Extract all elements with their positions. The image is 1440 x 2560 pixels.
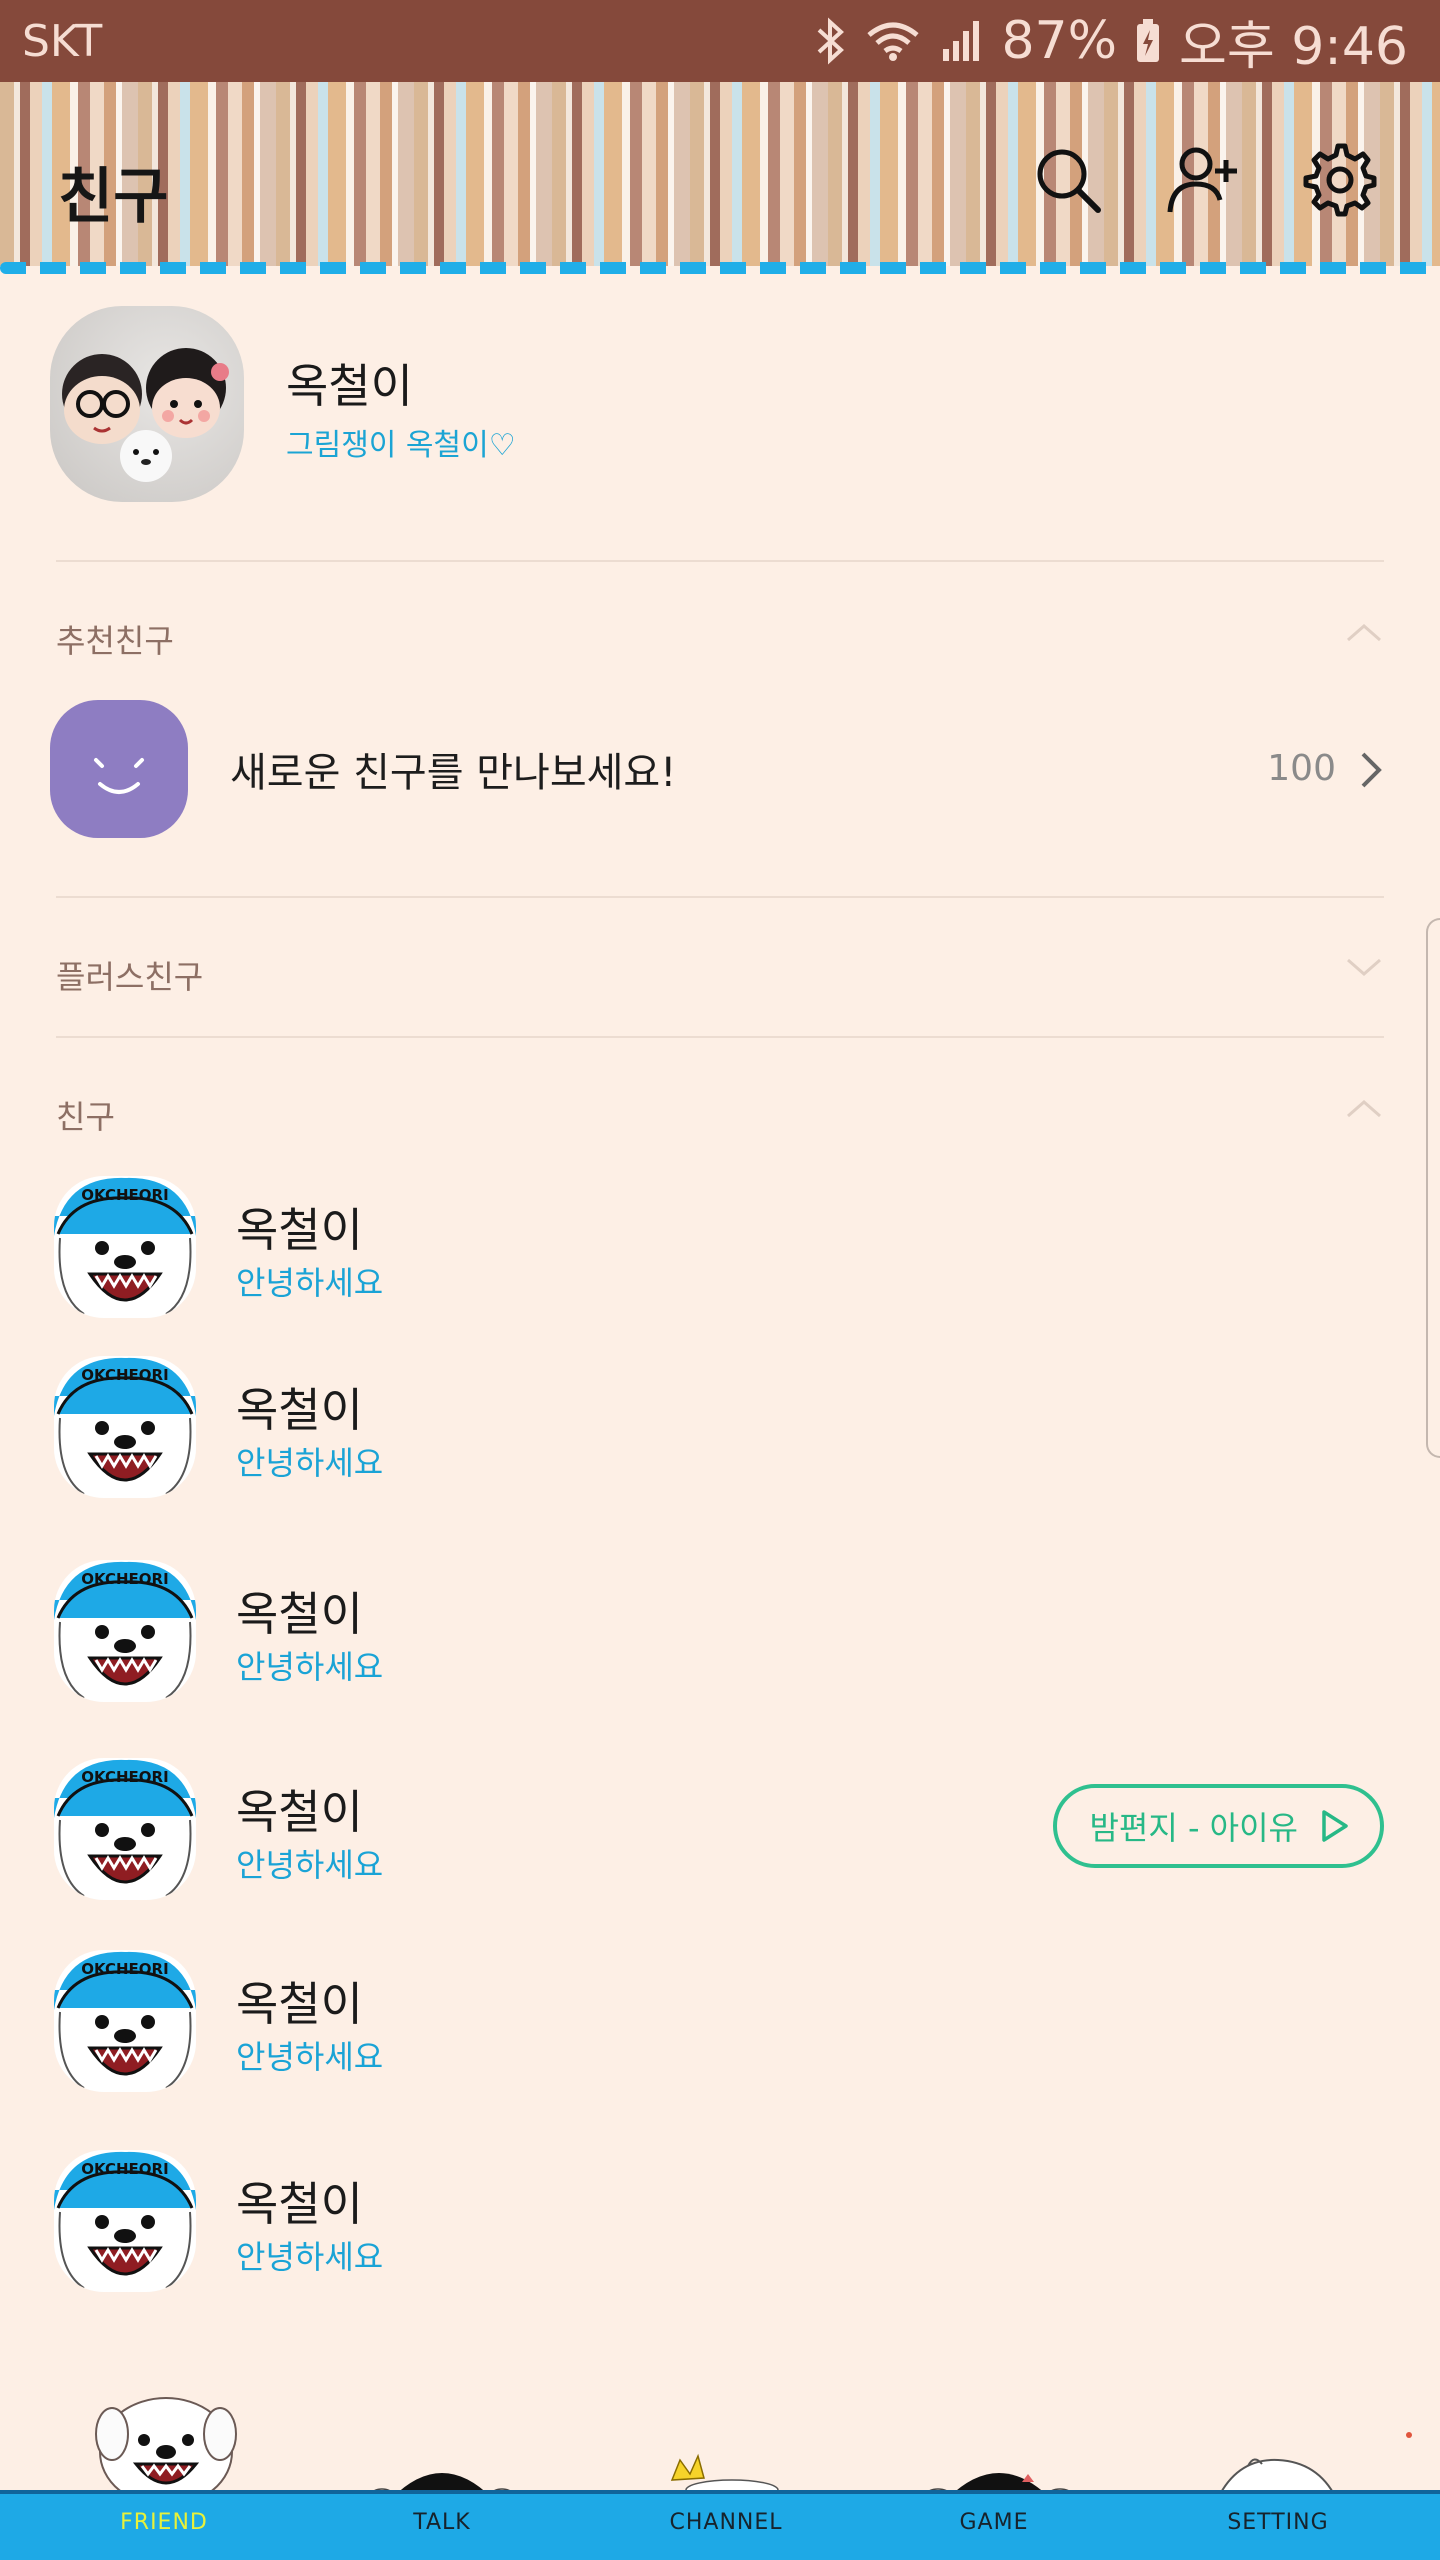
dog-face-icon: OKCHEORI (54, 1176, 196, 1318)
smile-icon (94, 758, 144, 794)
signal-icon (943, 21, 980, 61)
section-friends-label: 친구 (56, 1098, 115, 1136)
friend-row[interactable]: OKCHEORI 옥철이 안녕하세요 밤편지 - 아이유 (0, 1758, 1440, 1908)
friend-avatar[interactable]: OKCHEORI (54, 1356, 196, 1498)
scrollbar[interactable] (1426, 918, 1440, 1458)
header-dashed-border (0, 262, 1440, 274)
chevron-right-icon[interactable] (1358, 750, 1384, 790)
friend-status-message: 안녕하세요 (236, 2038, 384, 2076)
section-plus-friends-label: 플러스친구 (56, 958, 204, 996)
divider (56, 560, 1384, 562)
tab-talk[interactable]: TALK (342, 2510, 542, 2535)
recommend-text[interactable]: 새로운 친구를 만나보세요! (230, 740, 676, 798)
my-profile-status: 그림쟁이 옥철이♡ (286, 428, 516, 463)
avatar-text: OKCHEORI (81, 1960, 168, 1978)
dog-face-icon: OKCHEORI (54, 1758, 196, 1900)
avatar-text: OKCHEORI (81, 1366, 168, 1384)
section-recommended-label: 추천친구 (56, 622, 174, 660)
tab-setting[interactable]: SETTING (1178, 2510, 1378, 2535)
chevron-up-icon[interactable] (1344, 1096, 1384, 1120)
wifi-icon (867, 22, 920, 61)
music-profile-button[interactable]: 밤편지 - 아이유 (1053, 1784, 1384, 1868)
my-profile-avatar[interactable] (50, 306, 244, 502)
friend-avatar[interactable]: OKCHEORI (54, 1176, 196, 1318)
friend-name[interactable]: 옥철이 (236, 1968, 363, 2034)
friend-row[interactable]: OKCHEORI 옥철이 안녕하세요 (0, 2150, 1440, 2300)
avatar-text: OKCHEORI (81, 1186, 168, 1204)
dog-face-icon: OKCHEORI (54, 1356, 196, 1498)
recommend-count: 100 (1267, 748, 1336, 789)
battery-icon (1137, 19, 1160, 62)
friend-name[interactable]: 옥철이 (236, 1578, 363, 1644)
bluetooth-icon (818, 17, 845, 65)
add-friend-icon[interactable] (1166, 142, 1242, 218)
divider (56, 896, 1384, 898)
music-title: 밤편지 - 아이유 (1089, 1809, 1298, 1847)
friend-avatar[interactable]: OKCHEORI (54, 1560, 196, 1702)
avatar-text: OKCHEORI (81, 2160, 168, 2178)
avatar-text: OKCHEORI (81, 1570, 168, 1588)
settings-icon[interactable] (1302, 142, 1378, 218)
friend-status-message: 안녕하세요 (236, 2238, 384, 2276)
tab-friend[interactable]: FRIEND (64, 2510, 264, 2535)
friend-avatar[interactable]: OKCHEORI (54, 2150, 196, 2292)
app-header: 친구 (0, 82, 1440, 266)
battery-percent: 87% (1001, 11, 1118, 71)
divider (56, 1036, 1384, 1038)
tab-channel[interactable]: CHANNEL (626, 2510, 826, 2535)
recommend-avatar[interactable] (50, 700, 188, 838)
play-icon (1322, 1810, 1348, 1842)
status-icons: 87% 오후 9:46 (813, 4, 1408, 79)
status-bar: SKT 87% 오후 9:46 (0, 0, 1440, 82)
chevron-up-icon[interactable] (1344, 620, 1384, 644)
carrier-label: SKT (22, 15, 103, 67)
profile-photo-figurines (62, 348, 229, 482)
friend-row[interactable]: OKCHEORI 옥철이 안녕하세요 (0, 1176, 1440, 1326)
friend-avatar[interactable]: OKCHEORI (54, 1758, 196, 1900)
friend-row[interactable]: OKCHEORI 옥철이 안녕하세요 (0, 1356, 1440, 1506)
clock: 오후 9:46 (1179, 16, 1408, 77)
friend-status-message: 안녕하세요 (236, 1264, 384, 1302)
tab-game[interactable]: GAME (894, 2510, 1094, 2535)
friend-avatar[interactable]: OKCHEORI (54, 1950, 196, 2092)
page-title: 친구 (58, 162, 169, 232)
notification-dot (1406, 2432, 1412, 2438)
friend-name[interactable]: 옥철이 (236, 1776, 363, 1842)
friend-status-message: 안녕하세요 (236, 1846, 384, 1884)
dog-face-icon: OKCHEORI (54, 1560, 196, 1702)
chevron-down-icon[interactable] (1344, 956, 1384, 980)
friend-status-message: 안녕하세요 (236, 1444, 384, 1482)
search-icon[interactable] (1030, 142, 1106, 218)
friend-row[interactable]: OKCHEORI 옥철이 안녕하세요 (0, 1950, 1440, 2100)
avatar-text: OKCHEORI (81, 1768, 168, 1786)
dog-face-icon: OKCHEORI (54, 1950, 196, 2092)
friend-status-message: 안녕하세요 (236, 1648, 384, 1686)
dog-mascot-icon (95, 2397, 237, 2506)
dog-face-icon: OKCHEORI (54, 2150, 196, 2292)
friend-name[interactable]: 옥철이 (236, 1374, 363, 1440)
friend-row[interactable]: OKCHEORI 옥철이 안녕하세요 (0, 1560, 1440, 1710)
my-profile-name[interactable]: 옥철이 (286, 350, 413, 416)
friend-name[interactable]: 옥철이 (236, 2168, 363, 2234)
friend-name[interactable]: 옥철이 (236, 1194, 363, 1260)
